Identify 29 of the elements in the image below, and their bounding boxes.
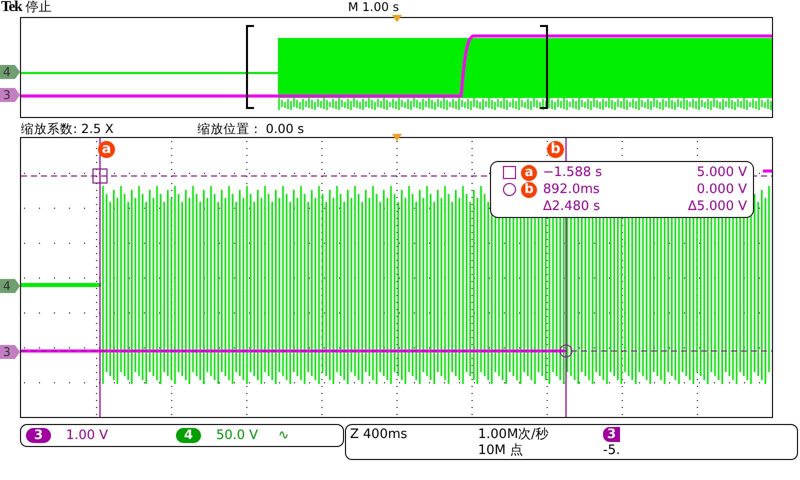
cursor-value: Δ5.000 V bbox=[686, 199, 747, 214]
acquisition-status: 停止 bbox=[26, 0, 52, 15]
cursor-label: b bbox=[547, 141, 564, 158]
cursor-label: a bbox=[98, 141, 115, 158]
sample-rate: 1.00M次/秒 bbox=[478, 426, 550, 443]
channel-badge[interactable]: 3 bbox=[26, 428, 52, 443]
cursor-time: Δ2.480 s bbox=[543, 199, 602, 214]
channel-marker[interactable]: 4 bbox=[0, 65, 20, 79]
zoom-position: 缩放位置 : 0.00 s bbox=[198, 120, 304, 138]
record-length: 10M 点 bbox=[478, 442, 524, 459]
cursor-value: 0.000 V bbox=[696, 182, 747, 197]
channel-badge[interactable]: 4 bbox=[176, 428, 202, 443]
cursor-value: 5.000 V bbox=[696, 165, 747, 180]
cursor-label: a bbox=[521, 164, 537, 180]
cursor-time: −1.588 s bbox=[543, 165, 604, 180]
cursor-time: 892.0ms bbox=[543, 182, 601, 197]
coupling-symbol: ∿ bbox=[278, 428, 289, 443]
vertical-scale: 1.00 V bbox=[66, 428, 110, 443]
zoom-timebase: Z 400ms bbox=[350, 426, 408, 442]
trigger-source-badge: 3 bbox=[603, 426, 620, 442]
channel-marker[interactable]: 3 bbox=[0, 88, 20, 102]
zoom-factor: 缩放系数: 2.5 X bbox=[21, 120, 114, 138]
channel-marker[interactable]: 4 bbox=[0, 279, 20, 293]
trigger-level: -5. bbox=[603, 442, 622, 458]
cursor-label: b bbox=[521, 182, 537, 198]
channel-marker[interactable]: 3 bbox=[0, 345, 20, 359]
vertical-scale: 50.0 V bbox=[216, 428, 258, 443]
brand-logo: Tek bbox=[1, 0, 22, 15]
timebase-readout: M 1.00 s bbox=[348, 0, 399, 14]
